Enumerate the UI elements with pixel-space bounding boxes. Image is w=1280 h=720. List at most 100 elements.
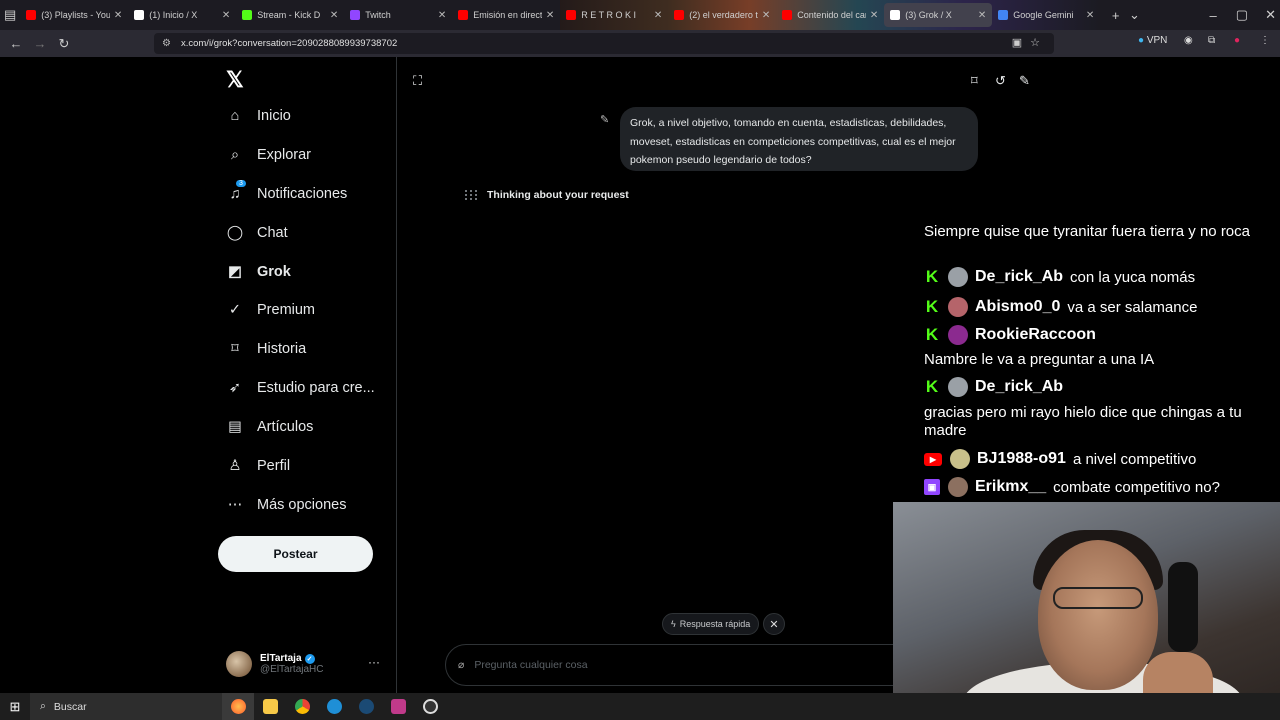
file-explorer-icon[interactable] (254, 693, 286, 720)
chat-avatar (948, 325, 968, 345)
close-tab-icon[interactable]: ✕ (978, 10, 986, 21)
browser-tab[interactable]: Stream - Kick D ✕ (236, 0, 344, 30)
back-icon[interactable]: ← (4, 36, 28, 51)
sidebar-item-chat[interactable]: ◯ Chat (226, 221, 288, 245)
sidebar-item-más-opciones[interactable]: ⋯ Más opciones (226, 493, 347, 517)
tab-favicon-icon (998, 10, 1009, 20)
close-window-icon[interactable]: ✕ (1261, 7, 1280, 23)
tab-title: Emisión en directo (473, 10, 542, 20)
sidebar-item-premium[interactable]: ✓ Premium (226, 298, 315, 322)
obs-icon[interactable] (414, 693, 446, 720)
sidebar-item-estudio-para-cre[interactable]: ➶ Estudio para cre... (226, 376, 375, 400)
site-info-icon[interactable]: ⚙ (162, 38, 171, 49)
browser-tab[interactable]: (3) Grok / X ✕ (884, 3, 993, 27)
close-tab-icon[interactable]: ✕ (114, 10, 122, 21)
steam-icon[interactable] (350, 693, 382, 720)
vpn-button[interactable]: ● VPN (1138, 35, 1167, 46)
tab-list-icon[interactable]: ▤ (0, 7, 20, 23)
attach-icon[interactable]: ⌀ (458, 659, 464, 671)
bookmark-conversation-icon[interactable]: ⌑ (971, 73, 978, 89)
sidebar-item-perfil[interactable]: ♙ Perfil (226, 454, 291, 478)
tab-title: (3) Playlists - YouTub (41, 10, 110, 20)
browser-tab[interactable]: Contenido del cana ✕ (776, 0, 884, 30)
forward-icon[interactable]: → (28, 36, 52, 51)
close-tab-icon[interactable]: ✕ (330, 10, 338, 21)
rocket-icon: ➶ (228, 380, 242, 396)
chrome-icon[interactable] (286, 693, 318, 720)
user-message-bubble: Grok, a nivel objetivo, tomando en cuent… (620, 107, 978, 171)
taskbar-search[interactable]: ⌕ Buscar (30, 693, 222, 720)
chat-username: De_rick_Ab (975, 268, 1064, 285)
kick-icon: K (925, 267, 939, 286)
close-tab-icon[interactable]: ✕ (870, 10, 878, 21)
firefox-icon[interactable] (222, 693, 254, 720)
game-app-icon[interactable] (382, 693, 414, 720)
minimize-icon[interactable]: – (1204, 8, 1223, 23)
browser-tab[interactable]: R E T R O K I ✕ (560, 0, 668, 30)
post-button[interactable]: Postear (218, 536, 373, 572)
sidebar-item-explorar[interactable]: ⌕ Explorar (226, 143, 311, 167)
chat-icon: ◯ (226, 225, 244, 241)
ask-box[interactable]: ⌀ ➤ (445, 644, 915, 686)
home-icon: ⌂ (230, 108, 240, 124)
quick-reply-chip[interactable]: ϟ Respuesta rápida (662, 613, 760, 635)
close-tab-icon[interactable]: ✕ (546, 10, 554, 21)
close-tab-icon[interactable]: ✕ (1086, 10, 1094, 21)
maximize-icon[interactable]: ▢ (1233, 7, 1252, 23)
thinking-label: Thinking about your request (487, 189, 629, 201)
sidebar-item-label: Inicio (257, 108, 291, 124)
kick-icon: K (925, 297, 939, 316)
browser-tab[interactable]: (2) el verdadero tar ✕ (668, 0, 776, 30)
close-tab-icon[interactable]: ✕ (438, 10, 446, 21)
reload-icon[interactable]: ↻ (52, 36, 76, 52)
tab-dropdown-icon[interactable]: ⌄ (1125, 7, 1144, 23)
account-icon[interactable]: ◉ (1184, 35, 1193, 46)
sidebar-item-historia[interactable]: ⌑ Historia (226, 337, 306, 361)
reader-icon[interactable]: ▣ (1012, 37, 1030, 49)
ask-input[interactable] (474, 659, 855, 671)
close-tab-icon[interactable]: ✕ (222, 10, 230, 21)
edit-message-icon[interactable]: ✎ (600, 113, 609, 126)
tab-title: Google Gemini (1013, 10, 1074, 20)
browser-tab[interactable]: (3) Playlists - YouTub ✕ (20, 0, 128, 30)
close-tab-icon[interactable]: ✕ (654, 10, 662, 21)
star-icon[interactable]: ☆ (1030, 37, 1048, 49)
tab-favicon-icon (674, 10, 685, 20)
profile-switcher[interactable]: ElTartaja ✓ @ElTartajaHC ··· (226, 649, 386, 679)
chat-line: K Abismo0_0 va a ser salamance (924, 297, 1197, 317)
close-quick-reply-icon[interactable]: ✕ (763, 613, 785, 635)
search-icon: ⌕ (40, 700, 46, 712)
sidebar-item-notificaciones[interactable]: ♫ 3 Notificaciones (226, 180, 347, 206)
notification-badge: 3 (236, 180, 246, 187)
profile-more-icon[interactable]: ··· (368, 655, 380, 669)
c-app-icon[interactable] (318, 693, 350, 720)
windows-start-icon[interactable]: ⊞ (0, 699, 30, 715)
browser-nav-bar: ← → ↻ ⚙ x.com/i/grok?conversation=209028… (0, 30, 1280, 57)
chat-message: combate competitivo no? (1053, 478, 1220, 496)
sidebar-item-grok[interactable]: ◩ Grok (226, 260, 291, 284)
browser-tab[interactable]: Twitch ✕ (344, 0, 452, 30)
browser-tab[interactable]: Google Gemini ✕ (992, 0, 1100, 30)
webcam-overlay (893, 502, 1280, 720)
close-tab-icon[interactable]: ✕ (762, 10, 770, 21)
new-chat-icon[interactable]: ✎ (1019, 73, 1030, 89)
x-logo[interactable]: 𝕏 (226, 67, 244, 93)
sidebar-item-inicio[interactable]: ⌂ Inicio (226, 104, 291, 128)
browser-tab[interactable]: Emisión en directo ✕ (452, 0, 560, 30)
extension-badge-icon[interactable]: ● (1234, 35, 1240, 46)
thinking-dots-icon (465, 190, 478, 200)
tab-favicon-icon (134, 10, 145, 20)
chat-line: Nambre le va a preguntar a una IA (924, 351, 1280, 369)
url-bar[interactable]: ⚙ x.com/i/grok?conversation=209028808993… (154, 33, 1054, 54)
expand-icon[interactable]: ⛶ (413, 73, 422, 89)
menu-icon[interactable]: ⋮ (1260, 35, 1270, 46)
chat-line: ▣ Erikmx__ combate competitivo no? (924, 477, 1220, 497)
chat-avatar (948, 267, 968, 287)
sidebar-item-artículos[interactable]: ▤ Artículos (226, 415, 313, 439)
extensions-icon[interactable]: ⧉ (1208, 35, 1215, 46)
new-tab-icon[interactable]: + (1106, 8, 1125, 23)
sidebar-item-label: Más opciones (257, 497, 347, 513)
browser-tab[interactable]: (1) Inicio / X ✕ (128, 0, 236, 30)
sidebar-item-label: Grok (257, 264, 291, 280)
history-icon[interactable]: ↺ (995, 73, 1006, 89)
